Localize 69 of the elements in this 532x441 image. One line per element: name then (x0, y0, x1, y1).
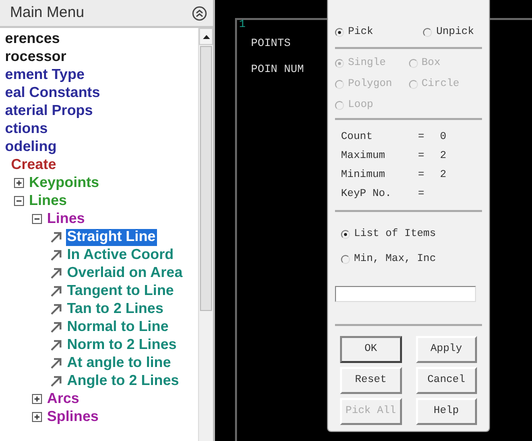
arrow-icon (50, 339, 62, 351)
panel-title: Main Menu (10, 2, 84, 23)
radio-button[interactable] (341, 255, 350, 264)
radio-button[interactable] (341, 230, 350, 239)
menu-item[interactable]: Norm to 2 Lines (66, 336, 178, 354)
menu-item[interactable]: erences (4, 30, 61, 48)
arrow-icon (50, 267, 62, 279)
arrow-icon (50, 249, 62, 261)
equals-sign: = (418, 148, 426, 164)
scroll-up-button[interactable] (199, 28, 213, 45)
arrow-icon (50, 375, 62, 387)
menu-item[interactable]: Arcs (46, 390, 80, 408)
dialog-button[interactable]: Reset (340, 367, 402, 394)
arrow-icon (50, 285, 62, 297)
menu-item[interactable]: Straight Line (66, 228, 157, 246)
expand-icon[interactable] (32, 412, 42, 422)
up-arrow-icon (202, 34, 210, 38)
dialog-button[interactable]: Cancel (416, 367, 477, 394)
expand-icon[interactable] (32, 394, 42, 404)
collapse-icon[interactable] (192, 6, 207, 20)
window-number: 1 (239, 18, 246, 33)
stat-value: 2 (440, 168, 446, 183)
menu-item[interactable]: Splines (46, 408, 100, 426)
dialog-button[interactable]: OK (340, 336, 402, 363)
radio-option[interactable]: Min, Max, Inc (341, 247, 482, 272)
collapse-icon[interactable] (32, 214, 42, 224)
equals-sign: = (418, 130, 426, 145)
menu-item[interactable]: ctions (4, 120, 49, 138)
arrow-icon (50, 303, 62, 315)
menu-item[interactable]: Keypoints (28, 174, 100, 192)
menu-item[interactable]: Tan to 2 Lines (66, 300, 164, 318)
collapse-icon[interactable] (14, 196, 24, 206)
equals-sign: = (418, 168, 426, 183)
expand-icon[interactable] (14, 178, 24, 188)
radio-option[interactable]: Pick (335, 22, 374, 43)
scrollbar-thumb[interactable] (200, 46, 212, 311)
graphics-text: POIN NUM (251, 62, 304, 78)
dialog-button[interactable]: Apply (416, 336, 477, 363)
menu-item[interactable]: Overlaid on Area (66, 264, 184, 282)
equals-sign: = (418, 186, 426, 202)
menu-item[interactable]: ement Type (4, 66, 86, 84)
radio-option[interactable]: Unpick (423, 22, 474, 43)
dialog-button[interactable]: Help (416, 398, 477, 425)
menu-item[interactable]: In Active Coord (66, 246, 175, 264)
menu-item[interactable]: Angle to 2 Lines (66, 372, 180, 390)
menu-item[interactable]: odeling (4, 138, 58, 156)
menu-item[interactable]: Normal to Line (66, 318, 170, 336)
stat-label: Minimum (341, 168, 386, 183)
stat-label: KeyP No. (341, 186, 392, 202)
menu-item[interactable]: At angle to line (66, 354, 172, 372)
menu-item[interactable]: Create (10, 156, 58, 174)
stat-label: Maximum (341, 148, 386, 164)
menu-item[interactable]: aterial Props (4, 102, 94, 120)
radio-option[interactable]: List of Items (341, 222, 482, 247)
menu-item[interactable]: Tangent to Line (66, 282, 175, 300)
radio-button[interactable] (335, 28, 344, 37)
menu-item[interactable]: eal Constants (4, 84, 102, 102)
stat-value: 0 (440, 130, 446, 145)
graphics-text: POINTS (251, 37, 292, 52)
stat-label: Count (341, 130, 374, 145)
input-field[interactable] (335, 286, 476, 302)
menu-item[interactable]: rocessor (4, 48, 68, 66)
menu-item[interactable]: Lines (46, 210, 86, 228)
radio-button[interactable] (423, 28, 432, 37)
menu-item[interactable]: Lines (28, 192, 68, 210)
stat-value: 2 (440, 148, 446, 164)
arrow-icon (50, 357, 62, 369)
arrow-icon (50, 321, 62, 333)
arrow-icon (50, 231, 62, 243)
